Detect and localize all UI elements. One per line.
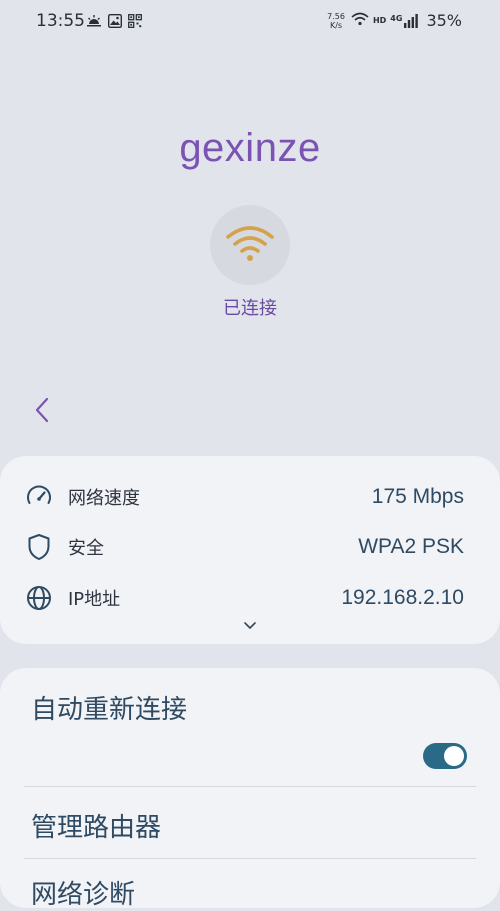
weather-icon (86, 13, 102, 32)
expand-details-button[interactable] (238, 616, 262, 632)
chevron-down-icon (243, 615, 257, 634)
divider (24, 786, 476, 787)
wifi-status-icon (351, 11, 369, 30)
info-row-ip-address: IP地址 192.168.2.10 (24, 580, 464, 616)
network-name: gexinze (179, 126, 321, 170)
cellular-signal-icon: 4G (390, 13, 419, 28)
speedometer-icon (24, 482, 54, 512)
divider (24, 858, 476, 859)
info-row-speed: 网络速度 175 Mbps (24, 479, 464, 515)
battery-level: 35% (426, 11, 462, 30)
status-time: 13:55 (36, 11, 85, 31)
toggle-knob (444, 746, 464, 766)
back-button[interactable] (24, 392, 60, 432)
gallery-icon (107, 13, 123, 32)
network-type-label: 4G (390, 13, 403, 23)
hd-voice-badge: HD (372, 16, 387, 25)
qr-code-icon (128, 13, 142, 32)
net-speed-unit: K/s (329, 20, 343, 30)
network-speed-indicator: 7.56 K/s (327, 12, 345, 30)
chevron-left-icon (34, 397, 50, 427)
info-label-ip-address: IP地址 (68, 589, 121, 610)
auto-reconnect-label: 自动重新连接 (31, 695, 188, 725)
status-bar: 13:55 7.56 K/s HD 4G 35% (0, 0, 500, 44)
info-label-speed: 网络速度 (68, 488, 140, 509)
info-value-ip-address: 192.168.2.10 (341, 586, 464, 609)
info-label-security: 安全 (68, 538, 104, 559)
manage-router-item[interactable]: 管理路由器 (31, 807, 161, 844)
wifi-icon (225, 223, 275, 267)
status-notification-icons (86, 13, 142, 32)
connection-status: 已连接 (223, 298, 277, 319)
net-speed-value: 7.56 (327, 11, 345, 21)
info-value-speed: 175 Mbps (371, 485, 464, 508)
shield-icon (24, 532, 54, 562)
globe-icon (24, 583, 54, 613)
auto-reconnect-toggle[interactable] (423, 743, 467, 769)
status-system-icons: 7.56 K/s HD 4G 35% (327, 11, 462, 30)
wifi-connection-badge (210, 205, 290, 285)
info-value-security: WPA2 PSK (358, 535, 464, 558)
network-diagnosis-item[interactable]: 网络诊断 (31, 874, 135, 911)
info-row-security: 安全 WPA2 PSK (24, 529, 464, 565)
